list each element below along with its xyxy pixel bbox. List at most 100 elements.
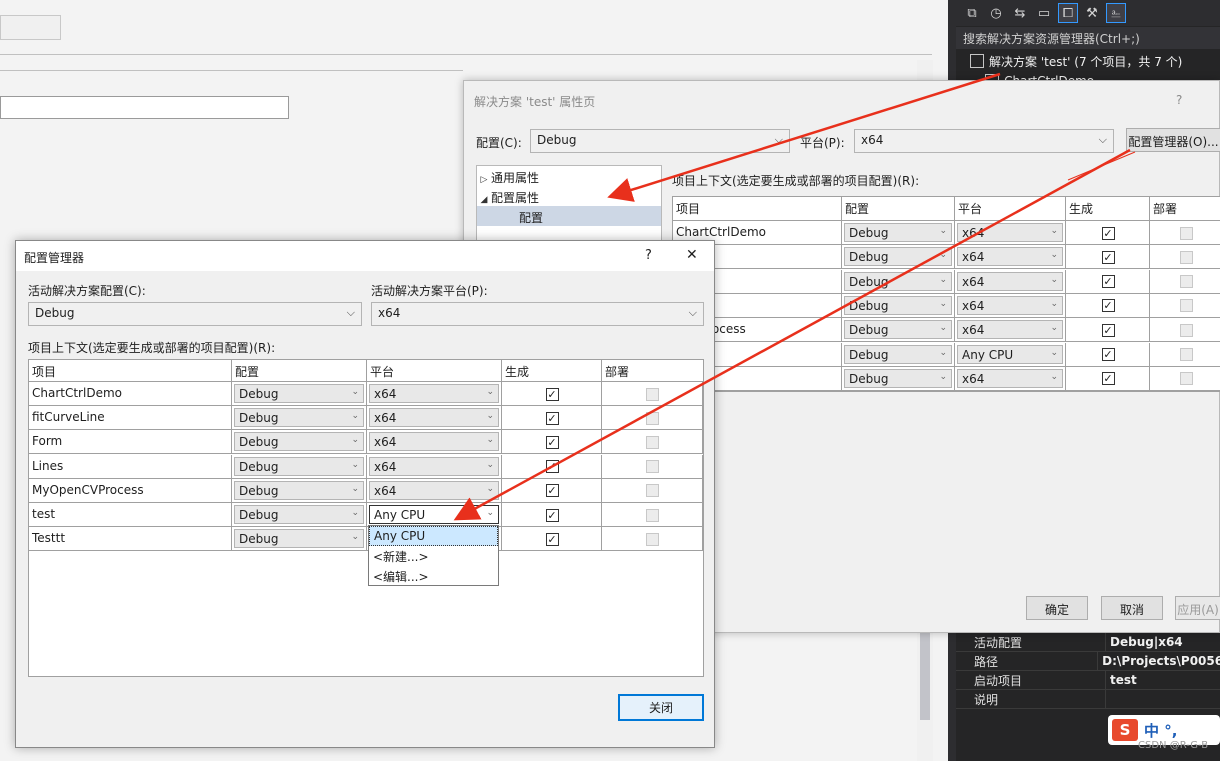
build-checkbox[interactable]: ✓: [1101, 372, 1115, 386]
show-all-files-icon[interactable]: ⧠: [1058, 3, 1078, 23]
platform-cell-combo[interactable]: x64⌄: [957, 320, 1063, 340]
chevron-down-icon: ⌄: [939, 371, 947, 382]
vs-icon[interactable]: ⧉: [962, 3, 982, 23]
table-row[interactable]: ChartCtrlDemo Debug ⌄ x64 ⌄ ✓: [673, 221, 1220, 245]
config-cell-combo[interactable]: Debug ⌄: [844, 223, 952, 242]
preview-icon[interactable]: ⎁: [1106, 3, 1126, 23]
build-checkbox[interactable]: ✓: [1101, 323, 1115, 337]
build-checkbox[interactable]: ✓: [545, 387, 559, 401]
table-row[interactable]: Debug ⌄ x64 ⌄ ✓: [673, 269, 1220, 294]
build-checkbox[interactable]: ✓: [545, 411, 559, 425]
platform-cell-combo[interactable]: x64⌄: [369, 408, 499, 428]
platform-cell-combo[interactable]: Any CPU ⌄: [957, 344, 1063, 364]
platform-cell-combo[interactable]: Any CPU ⌄: [369, 505, 499, 524]
grid-header: 项目 配置 平台 生成 部署: [29, 360, 703, 382]
history-icon[interactable]: ◷: [986, 3, 1006, 23]
platform-cell-combo[interactable]: x64⌄: [369, 384, 499, 403]
build-checkbox[interactable]: ✓: [545, 435, 559, 449]
config-cell-combo[interactable]: Debug ⌄: [234, 432, 364, 452]
active-config-combo[interactable]: Debug ⌵: [28, 302, 362, 326]
config-cell-combo[interactable]: Debug ⌄: [844, 271, 952, 291]
help-button[interactable]: ?: [645, 248, 652, 263]
chevron-down-icon: ⌄: [1050, 274, 1058, 285]
solution-search-input[interactable]: 搜索解决方案资源管理器(Ctrl+;): [956, 27, 1220, 49]
config-cell-combo[interactable]: Debug ⌄: [234, 529, 364, 549]
active-config-label: 活动解决方案配置(C):: [28, 284, 146, 298]
table-row[interactable]: Debug ⌄ Any CPU ⌄ ✓: [673, 342, 1220, 367]
build-checkbox[interactable]: ✓: [545, 508, 559, 522]
deploy-checkbox: [1179, 372, 1193, 386]
project-name: ChartCtrlDemo: [676, 225, 766, 239]
editor-combo[interactable]: [0, 15, 61, 40]
table-row[interactable]: Debug ⌄ x64 ⌄ ✓: [673, 366, 1220, 391]
platform-cell-combo[interactable]: x64⌄: [369, 480, 499, 500]
project-name: ChartCtrlDemo: [32, 386, 122, 400]
config-cell-combo[interactable]: Debug ⌄: [234, 408, 364, 428]
config-cell-combo[interactable]: Debug ⌄: [844, 344, 952, 364]
table-row[interactable]: Lines Debug ⌄ x64 ⌄ ✓: [29, 454, 703, 479]
table-row[interactable]: nCVProcessDebug⌄x64⌄✓: [673, 318, 1220, 343]
editor-input[interactable]: [0, 96, 289, 119]
dropdown-option[interactable]: <新建...>: [369, 546, 498, 566]
table-row[interactable]: Debug ⌄ x64 ⌄ ✓: [673, 293, 1220, 318]
platform-cell-combo[interactable]: x64⌄: [957, 247, 1063, 267]
table-row[interactable]: eLineDebug⌄x64⌄✓: [673, 245, 1220, 270]
build-checkbox[interactable]: ✓: [545, 484, 559, 498]
config-cell-combo[interactable]: Debug ⌄: [844, 247, 952, 267]
platform-cell-combo[interactable]: x64⌄: [957, 271, 1063, 291]
config-cell-combo[interactable]: Debug ⌄: [844, 368, 952, 388]
config-cell-combo[interactable]: Debug ⌄: [234, 456, 364, 476]
chevron-down-icon: ⌄: [486, 459, 494, 470]
chevron-down-icon: ⌵: [688, 306, 697, 319]
platform-cell-combo[interactable]: x64⌄: [369, 432, 499, 452]
build-checkbox[interactable]: ✓: [1101, 348, 1115, 361]
platform-combo[interactable]: x64 ⌵: [854, 129, 1114, 153]
close-icon[interactable]: ✕: [686, 247, 698, 263]
config-cell-combo[interactable]: Debug ⌄: [844, 295, 952, 315]
chevron-down-icon: ⌄: [351, 483, 359, 494]
collapse-icon[interactable]: ▭: [1034, 3, 1054, 23]
tree-item-config[interactable]: 配置: [477, 206, 661, 226]
table-row[interactable]: TestttDebug⌄x64⌄✓: [29, 527, 703, 552]
build-checkbox[interactable]: ✓: [1101, 299, 1115, 313]
project-name: Lines: [32, 458, 64, 473]
solution-node[interactable]: 解决方案 'test' (7 个项目，共 7 个): [956, 51, 1182, 71]
wrench-icon[interactable]: ⚒: [1082, 3, 1102, 23]
platform-cell-combo[interactable]: x64⌄: [957, 295, 1063, 315]
table-row[interactable]: fitCurveLine Debug ⌄ x64 ⌄ ✓: [29, 406, 703, 431]
dropdown-option[interactable]: <编辑...>: [369, 566, 498, 586]
help-button[interactable]: ?: [1176, 93, 1182, 107]
platform-cell-combo[interactable]: x64⌄: [957, 223, 1063, 242]
ok-button[interactable]: 确定: [1026, 596, 1088, 620]
table-row[interactable]: test Debug ⌄ Any CPU ⌄ ✓: [29, 503, 703, 527]
dropdown-option[interactable]: Any CPU: [369, 526, 498, 546]
chevron-down-icon: ⌄: [351, 411, 359, 422]
tree-item-common[interactable]: ▷ 通用属性: [477, 166, 661, 186]
table-row[interactable]: MyOpenCVProcess Debug ⌄ x64 ⌄ ✓: [29, 478, 703, 503]
table-row[interactable]: ChartCtrlDemo Debug ⌄ x64 ⌄ ✓: [29, 382, 703, 406]
build-checkbox[interactable]: ✓: [545, 460, 559, 474]
deploy-checkbox: [646, 435, 659, 449]
grid-header: 项目 配置 平台 生成 部署: [673, 197, 1220, 221]
platform-cell-combo[interactable]: x64⌄: [369, 456, 499, 476]
chevron-down-icon: ⌄: [351, 387, 359, 397]
sync-icon[interactable]: ⇆: [1010, 3, 1030, 23]
active-platform-combo[interactable]: x64 ⌵: [371, 302, 704, 326]
build-checkbox[interactable]: ✓: [1101, 275, 1115, 289]
apply-button[interactable]: 应用(A): [1175, 596, 1220, 620]
close-button[interactable]: 关闭: [618, 694, 704, 721]
config-cell-combo[interactable]: Debug ⌄: [234, 505, 364, 524]
config-cell-combo[interactable]: Debug ⌄: [234, 480, 364, 500]
table-row[interactable]: Form Debug ⌄ x64 ⌄ ✓: [29, 430, 703, 455]
config-combo[interactable]: Debug ⌵: [530, 129, 790, 153]
config-manager-button[interactable]: 配置管理器(O)...: [1126, 128, 1220, 152]
cancel-button[interactable]: 取消: [1101, 596, 1163, 620]
config-cell-combo[interactable]: Debug ⌄: [844, 320, 952, 340]
config-cell-combo[interactable]: Debug ⌄: [234, 384, 364, 403]
platform-cell-combo[interactable]: x64⌄: [957, 368, 1063, 388]
tree-item-config-props[interactable]: ◢ 配置属性: [477, 186, 661, 206]
build-checkbox[interactable]: ✓: [545, 532, 559, 546]
build-checkbox[interactable]: ✓: [1101, 250, 1115, 264]
platform-dropdown[interactable]: Any CPU <新建...> <编辑...>: [368, 525, 499, 586]
build-checkbox[interactable]: ✓: [1101, 226, 1115, 240]
